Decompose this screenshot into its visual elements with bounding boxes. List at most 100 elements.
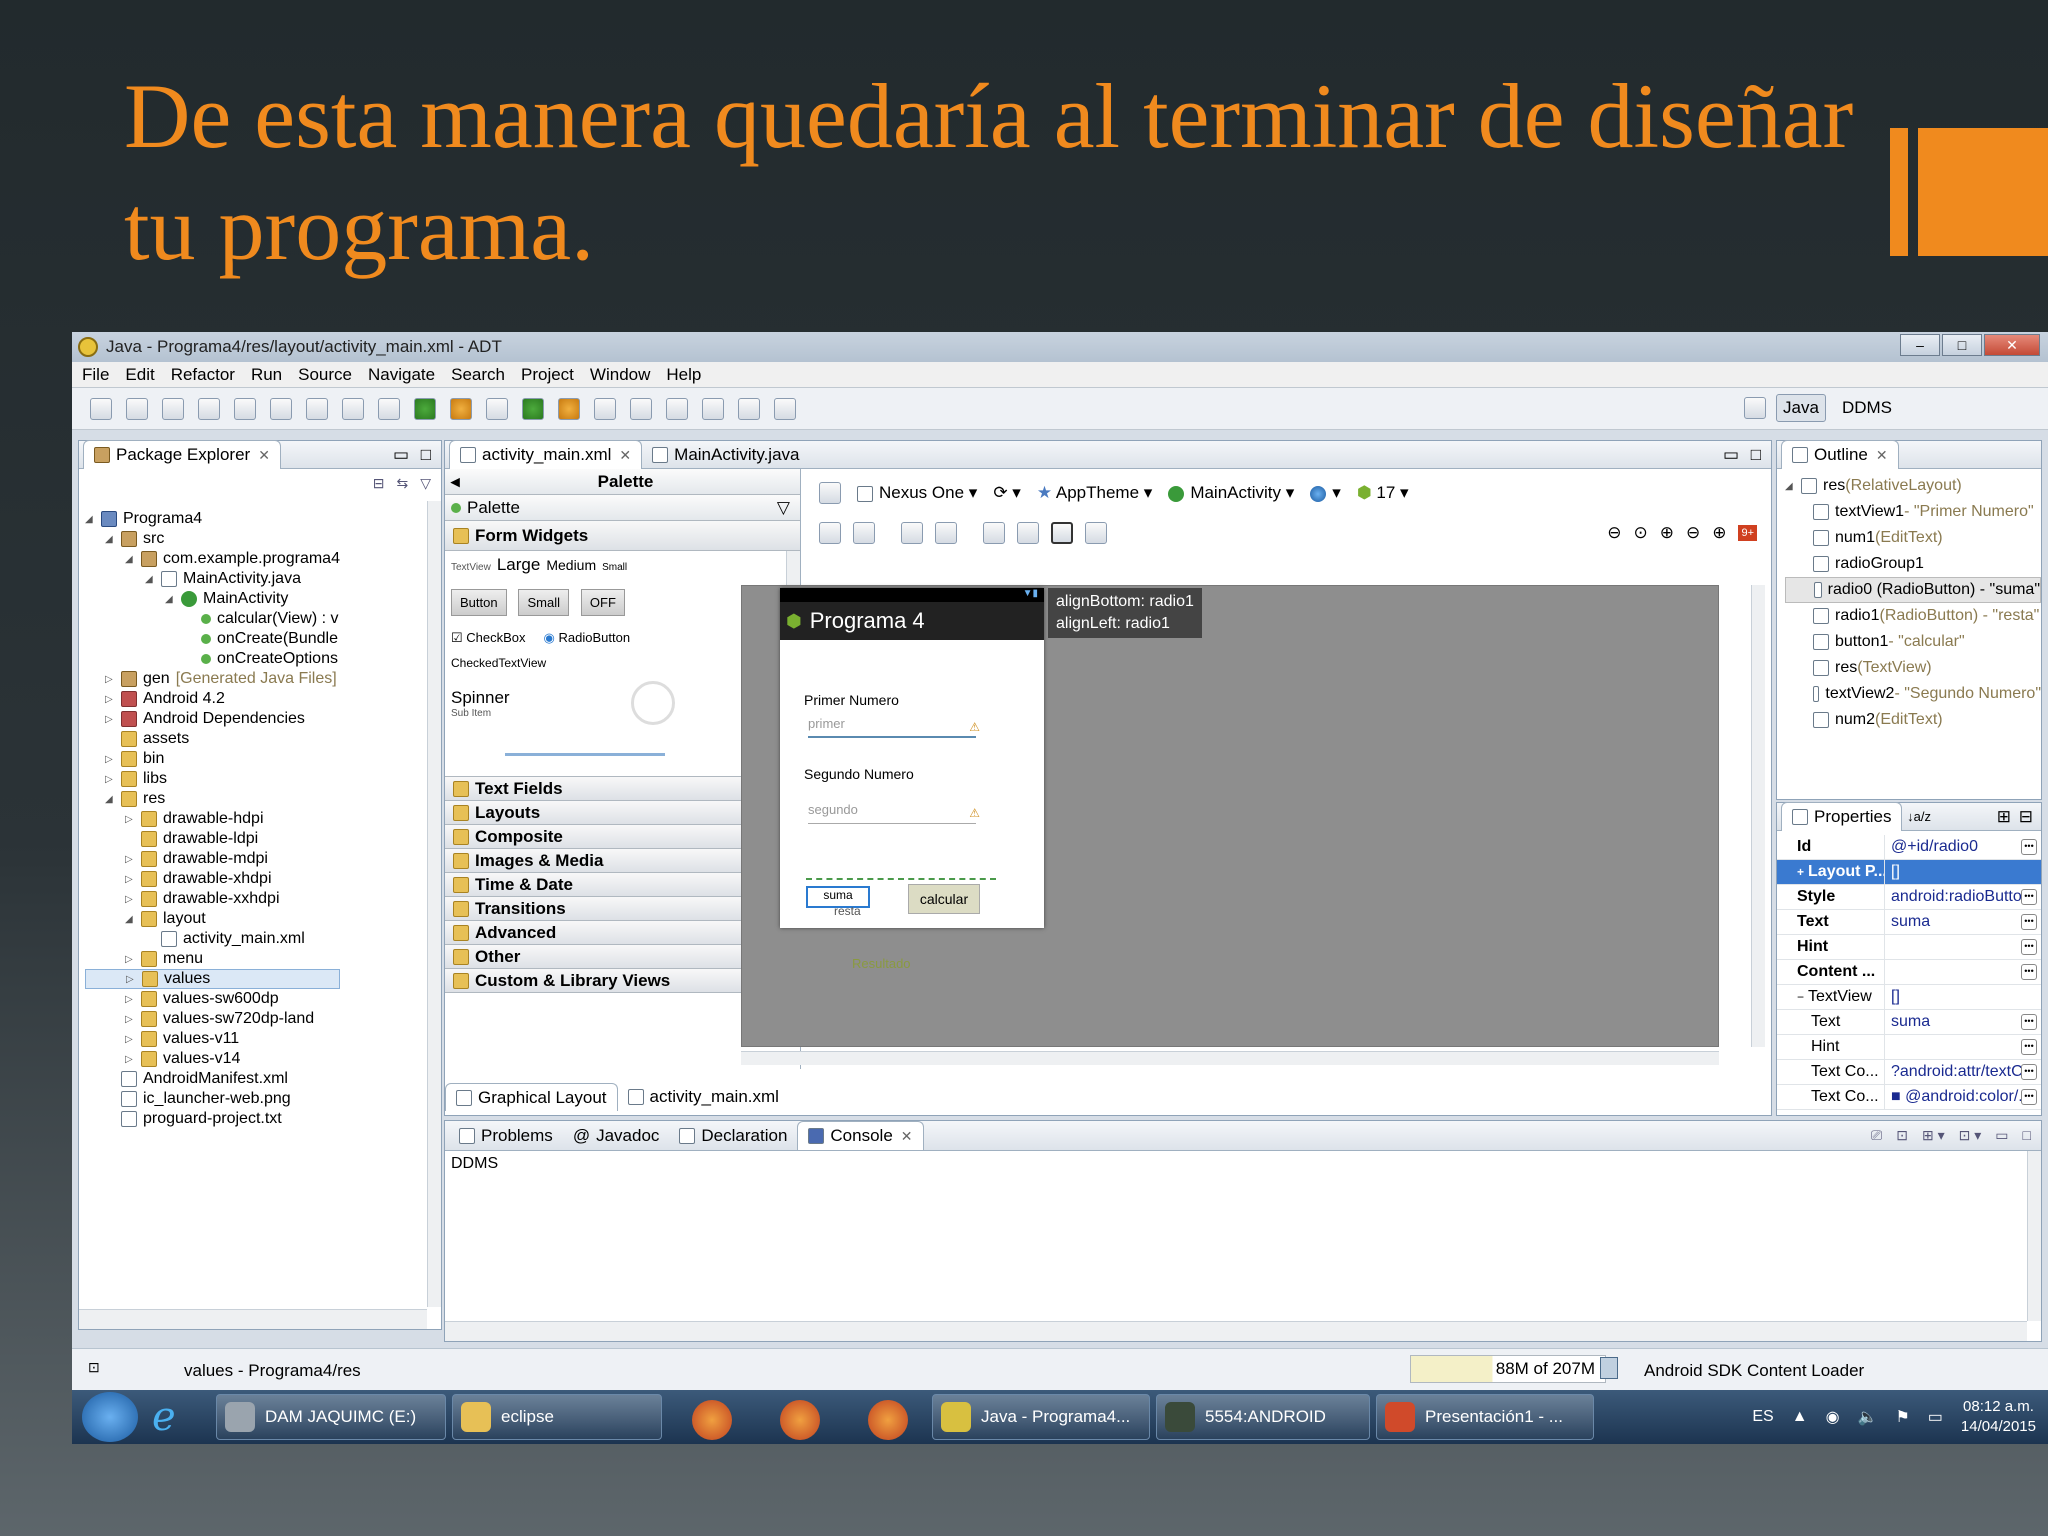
align-bottom-icon[interactable] (1051, 522, 1073, 544)
tree-item[interactable]: ◢ Programa4 (85, 509, 340, 529)
status-new-icon[interactable]: ⊡ (88, 1359, 100, 1376)
tree-item[interactable]: ▷ values (85, 969, 340, 989)
media-player-icon[interactable] (692, 1400, 732, 1440)
property-value[interactable]: ■ @android:color/... (1885, 1088, 2021, 1106)
maximize-console-icon[interactable]: □ (2023, 1127, 2031, 1144)
expand-arrow-icon[interactable]: ▷ (125, 874, 137, 885)
tree-item[interactable]: ▷ libs (85, 769, 340, 789)
lint-icon[interactable] (306, 397, 328, 420)
tree-item[interactable]: calcular(View) : v (85, 609, 340, 629)
close-tab-icon[interactable]: ✕ (619, 447, 631, 464)
outline-item[interactable]: res (TextView) (1785, 655, 2041, 681)
minimize-console-icon[interactable]: ▭ (1995, 1127, 2008, 1144)
expand-all-icon[interactable]: ⊞ (1997, 807, 2011, 827)
expand-arrow-icon[interactable]: ▷ (125, 894, 137, 905)
taskbar-item[interactable]: eclipse (452, 1394, 662, 1440)
expand-property-icon[interactable]: − (1797, 990, 1804, 1004)
textview-sizes-row[interactable]: TextView Large Medium Small (451, 555, 794, 581)
start-button[interactable] (82, 1392, 138, 1442)
palette-category-form-widgets[interactable]: Form Widgets (445, 521, 800, 551)
more-options-icon[interactable]: ••• (2021, 889, 2037, 905)
outline-item[interactable]: num2 (EditText) (1785, 707, 2041, 733)
expand-arrow-icon[interactable]: ▷ (125, 994, 137, 1005)
heap-status[interactable]: 88M of 207M (1410, 1355, 1606, 1383)
garbage-collect-icon[interactable] (1600, 1357, 1618, 1379)
expand-arrow-icon[interactable]: ▷ (105, 694, 117, 705)
expand-arrow-icon[interactable]: ◢ (85, 514, 97, 525)
more-options-icon[interactable]: ••• (2021, 939, 2037, 955)
expand-arrow-icon[interactable]: ▷ (105, 774, 117, 785)
outline-item[interactable]: button1 - "calcular" (1785, 629, 2041, 655)
tree-item[interactable]: onCreateOptions (85, 649, 340, 669)
language-indicator[interactable]: ES (1752, 1408, 1773, 1426)
close-tab-icon[interactable]: ✕ (901, 1128, 913, 1145)
tree-item[interactable]: ◢ MainActivity.java (85, 569, 340, 589)
property-value[interactable]: [] (1885, 988, 2041, 1006)
ddms-perspective-button[interactable]: DDMS (1836, 395, 1898, 421)
layout-file-icon[interactable] (819, 482, 841, 504)
menu-help[interactable]: Help (666, 365, 701, 385)
open-perspective-icon[interactable] (1744, 397, 1767, 419)
tree-item[interactable]: ▷ drawable-xxhdpi (85, 889, 340, 909)
tree-item[interactable]: ◢ com.example.programa4 (85, 549, 340, 569)
tree-item[interactable]: onCreate(Bundle (85, 629, 340, 649)
property-row[interactable]: Style android:radioButto... ••• (1777, 885, 2041, 910)
tree-item[interactable]: ▷ Android 4.2 (85, 689, 340, 709)
sdk-manager-icon[interactable] (234, 397, 256, 420)
tree-item[interactable]: ▷ values-v11 (85, 1029, 340, 1049)
device-selector[interactable]: Nexus One ▾ (857, 483, 977, 503)
expand-arrow-icon[interactable]: ▷ (125, 854, 137, 865)
java-perspective-button[interactable]: Java (1776, 394, 1826, 422)
new-java-class-icon[interactable] (522, 397, 544, 420)
close-tab-icon[interactable]: ✕ (1876, 447, 1888, 464)
property-value[interactable]: [] (1885, 863, 2041, 881)
expand-arrow-icon[interactable]: ▷ (105, 714, 117, 725)
pin-console-icon[interactable]: ⊡ (1896, 1127, 1908, 1144)
zoom-out-icon[interactable]: ⊖ (1686, 523, 1700, 543)
property-row[interactable]: Text Co... ?android:attr/textC...••• (1777, 1060, 2041, 1085)
maximize-editor-icon[interactable]: □ (1751, 445, 1761, 465)
back-icon[interactable] (738, 397, 760, 420)
external-tools-icon[interactable] (450, 397, 472, 420)
expand-arrow-icon[interactable]: ◢ (125, 914, 137, 925)
fill-height-icon[interactable] (853, 522, 875, 544)
tree-item[interactable]: ▷ Android Dependencies (85, 709, 340, 729)
zoom-100-icon[interactable]: ⊕ (1660, 523, 1674, 543)
phone-input-primer[interactable]: primer ⚠ (808, 716, 980, 738)
phone-input-segundo[interactable]: segundo ⚠ (808, 802, 980, 824)
theme-selector[interactable]: ★ AppTheme ▾ (1037, 483, 1152, 503)
tree-item[interactable]: ▷ values-v14 (85, 1049, 340, 1069)
run-icon[interactable] (414, 397, 436, 420)
activity-selector[interactable]: MainActivity ▾ (1168, 483, 1294, 503)
margins-icon[interactable] (901, 522, 923, 544)
more-options-icon[interactable]: ••• (2021, 1064, 2037, 1080)
tab-javadoc[interactable]: @ Javadoc (563, 1122, 670, 1150)
console-vscrollbar[interactable] (2027, 1151, 2041, 1321)
phone-label-segundo[interactable]: Segundo Numero (804, 766, 914, 782)
outline-item[interactable]: textView1 - "Primer Numero" (1785, 499, 2041, 525)
property-value[interactable]: android:radioButto... (1885, 888, 2021, 906)
expand-arrow-icon[interactable]: ◢ (105, 794, 117, 805)
phone-result-text[interactable]: Resultado (852, 956, 911, 971)
textview-large[interactable]: Large (497, 555, 540, 575)
print-icon[interactable] (198, 397, 220, 420)
maximize-button[interactable]: □ (1942, 334, 1982, 356)
canvas-vscrollbar[interactable] (1751, 585, 1765, 1047)
expand-arrow-icon[interactable]: ◢ (125, 554, 137, 565)
expand-arrow-icon[interactable]: ▷ (125, 814, 137, 825)
next-annotation-icon[interactable] (666, 397, 688, 420)
widget-radiobutton[interactable]: ◉ RadioButton (544, 630, 631, 646)
progress-spinner-icon[interactable] (631, 681, 675, 725)
firefox-icon[interactable] (780, 1400, 820, 1440)
expand-arrow-icon[interactable]: ▷ (126, 974, 138, 985)
close-tab-icon[interactable]: ✕ (258, 447, 270, 464)
chrome-icon[interactable] (868, 1400, 908, 1440)
save-all-icon[interactable] (162, 397, 184, 420)
lint-warnings-badge[interactable]: 9+ (1738, 525, 1757, 541)
align-left-icon[interactable] (983, 522, 1005, 544)
phone-button-calcular[interactable]: calcular (908, 884, 980, 914)
new-java-package-icon[interactable] (486, 397, 508, 420)
tree-item[interactable]: ▷ values-sw720dp-land (85, 1009, 340, 1029)
tree-item[interactable]: assets (85, 729, 340, 749)
taskbar-item[interactable]: Java - Programa4... (932, 1394, 1150, 1440)
